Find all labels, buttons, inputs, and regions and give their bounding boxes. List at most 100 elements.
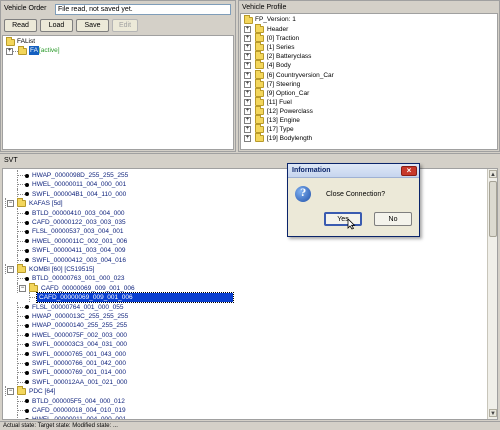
collapse-icon[interactable]: − bbox=[7, 266, 14, 273]
leaf-bullet-icon bbox=[25, 399, 29, 404]
fp-version-folder-icon bbox=[244, 15, 253, 24]
svt-item-label[interactable]: HWEL_00000011_004_000_001 bbox=[32, 415, 126, 419]
profile-item-label[interactable]: [0] Traction bbox=[267, 34, 299, 43]
vehicle-profile-tree[interactable]: FP_Version: 1 + Header + [0] Traction + [1] S… bbox=[240, 13, 498, 150]
load-button[interactable]: Load bbox=[40, 19, 73, 32]
no-button[interactable]: No bbox=[374, 212, 412, 226]
profile-expand-icon[interactable]: + bbox=[244, 62, 251, 70]
svt-item-label[interactable]: FLSL_00000764_001_000_055 bbox=[32, 303, 123, 312]
svt-ecu-label[interactable]: PDC [64] bbox=[29, 387, 55, 396]
svt-item-label[interactable]: SWFL_00000412_003_004_016 bbox=[32, 256, 126, 265]
profile-item-label[interactable]: [2] Batteryclass bbox=[267, 52, 311, 61]
profile-folder-icon bbox=[255, 24, 264, 33]
profile-item-label[interactable]: [19] Bodylength bbox=[267, 134, 312, 143]
scroll-down-icon[interactable]: ▼ bbox=[489, 409, 497, 417]
svt-item-label[interactable]: HWEL_0000011C_002_001_006 bbox=[32, 237, 127, 246]
svt-item-label[interactable]: FLSL_00000537_003_004_001 bbox=[32, 227, 123, 236]
profile-folder-icon bbox=[255, 124, 264, 134]
edit-button[interactable]: Edit bbox=[112, 19, 138, 32]
scroll-up-icon[interactable]: ▲ bbox=[489, 170, 497, 178]
svt-scrollbar[interactable]: ▲ ▼ bbox=[487, 169, 497, 419]
svt-item-label[interactable]: SWFL_00000411_003_004_009 bbox=[32, 246, 126, 255]
svt-item-label[interactable]: HWAP_0000013C_255_255_255 bbox=[32, 312, 128, 321]
svt-item-label[interactable]: SWFL_000004B1_004_110_000 bbox=[32, 190, 126, 199]
profile-item-label[interactable]: [9] Option_Car bbox=[267, 89, 309, 98]
ecu-folder-icon bbox=[17, 198, 26, 208]
leaf-bullet-icon bbox=[25, 173, 29, 178]
profile-item-label[interactable]: [6] Countryversion_Car bbox=[267, 71, 334, 80]
profile-expand-icon[interactable]: + bbox=[244, 117, 251, 124]
collapse-icon[interactable]: − bbox=[19, 284, 26, 292]
svt-item-label[interactable]: BTLD_00000763_001_000_023 bbox=[32, 274, 125, 283]
svt-item-label[interactable]: HWEL_00000011_004_000_001 bbox=[32, 180, 126, 189]
profile-folder-icon bbox=[255, 96, 264, 106]
leaf-bullet-icon bbox=[25, 417, 29, 419]
collapse-icon[interactable]: − bbox=[7, 200, 14, 208]
svt-item-label[interactable]: SWFL_00000769_001_014_000 bbox=[32, 368, 126, 377]
profile-item-label[interactable]: Header bbox=[267, 25, 288, 34]
svt-item-label[interactable]: HWAP_0000098D_255_255_255 bbox=[32, 171, 128, 180]
profile-folder-icon bbox=[255, 69, 264, 79]
profile-expand-icon[interactable]: + bbox=[244, 89, 251, 97]
profile-item-label[interactable]: [12] Powerclass bbox=[267, 107, 313, 116]
profile-item-label[interactable]: [4] Body bbox=[267, 61, 291, 70]
fa-list-tree[interactable]: FAList + FA [active] bbox=[2, 35, 234, 150]
svt-item-label[interactable]: HWAP_00000140_255_255_255 bbox=[32, 321, 127, 330]
profile-item-label[interactable]: [11] Fuel bbox=[267, 98, 292, 107]
svt-item-label[interactable]: CAFD_00000122_003_003_035 bbox=[32, 218, 126, 227]
leaf-bullet-icon bbox=[25, 239, 29, 244]
svt-item-label[interactable]: SWFL_000003C3_004_031_000 bbox=[32, 340, 127, 349]
falist-folder-icon bbox=[6, 37, 15, 46]
profile-expand-icon[interactable]: + bbox=[244, 107, 251, 115]
read-button[interactable]: Read bbox=[4, 19, 37, 32]
fa-expand-icon[interactable]: + bbox=[6, 48, 13, 55]
profile-expand-icon[interactable]: + bbox=[244, 71, 251, 79]
svt-item-label[interactable]: SWFL_000012AA_001_021_000 bbox=[32, 378, 127, 387]
ecu-folder-icon bbox=[29, 282, 38, 292]
falist-root-label: FAList bbox=[17, 38, 36, 45]
svt-item-label[interactable]: BTLD_00000410_003_004_000 bbox=[32, 209, 125, 218]
profile-folder-icon bbox=[255, 133, 264, 143]
profile-expand-icon[interactable]: + bbox=[244, 80, 251, 88]
profile-folder-icon bbox=[255, 60, 264, 70]
profile-item-label[interactable]: [17] Type bbox=[267, 125, 294, 134]
svt-item-label[interactable]: BTLD_000005F5_004_000_012 bbox=[32, 397, 125, 406]
save-button[interactable]: Save bbox=[76, 19, 109, 32]
fa-item-label[interactable]: FA bbox=[29, 46, 39, 55]
leaf-bullet-icon bbox=[25, 192, 29, 197]
profile-expand-icon[interactable]: + bbox=[244, 26, 251, 33]
svt-item-label[interactable]: CAFD_00000069_009_001_006 bbox=[36, 292, 234, 304]
close-icon[interactable]: × bbox=[401, 166, 417, 176]
profile-expand-icon[interactable]: + bbox=[244, 53, 251, 61]
leaf-bullet-icon bbox=[25, 323, 29, 328]
collapse-icon[interactable]: − bbox=[7, 388, 14, 396]
profile-folder-icon bbox=[255, 51, 264, 61]
profile-expand-icon[interactable]: + bbox=[244, 35, 251, 43]
profile-item-label[interactable]: [7] Steering bbox=[267, 80, 300, 89]
svt-item-label[interactable]: CAFD_00000018_004_010_019 bbox=[32, 406, 126, 415]
profile-expand-icon[interactable]: + bbox=[244, 44, 251, 52]
profile-item-label[interactable]: [1] Series bbox=[267, 43, 294, 52]
leaf-bullet-icon bbox=[25, 276, 29, 281]
profile-folder-icon bbox=[255, 105, 264, 115]
vehicle-order-status-field[interactable]: File read, not saved yet. bbox=[55, 4, 231, 15]
svt-ecu-label[interactable]: CAFD_00000069_009_001_006 bbox=[41, 284, 135, 293]
dialog-titlebar[interactable]: Information × bbox=[288, 164, 419, 178]
profile-expand-icon[interactable]: + bbox=[244, 98, 251, 106]
svt-ecu-label[interactable]: KAFAS [5d] bbox=[29, 199, 63, 208]
profile-item-label[interactable]: [13] Engine bbox=[267, 116, 300, 125]
svt-item-label[interactable]: SWFL_00000765_001_043_000 bbox=[32, 350, 126, 359]
profile-folder-icon bbox=[255, 115, 264, 124]
svt-item-label[interactable]: SWFL_00000766_001_042_000 bbox=[32, 359, 126, 368]
status-bar: Actual state: Target state: Modified sta… bbox=[0, 421, 500, 430]
leaf-bullet-icon bbox=[25, 408, 29, 413]
svt-tree[interactable]: HWAP_0000098D_255_255_255 HWEL_00000011_0… bbox=[2, 168, 498, 420]
yes-button[interactable]: Yes bbox=[324, 212, 362, 226]
leaf-bullet-icon bbox=[25, 333, 29, 338]
profile-expand-icon[interactable]: + bbox=[244, 126, 251, 134]
profile-expand-icon[interactable]: + bbox=[244, 135, 251, 143]
svt-ecu-label[interactable]: KOMBI [60] [C519515] bbox=[29, 265, 94, 274]
scroll-thumb[interactable] bbox=[489, 181, 497, 237]
svt-item-label[interactable]: HWEL_0000075F_002_003_000 bbox=[32, 331, 127, 340]
fa-item-status: [active] bbox=[39, 47, 60, 54]
